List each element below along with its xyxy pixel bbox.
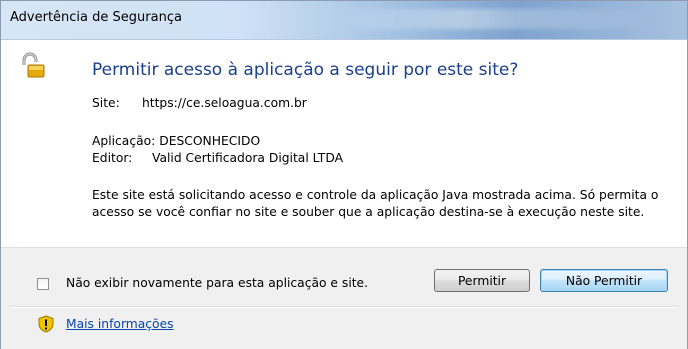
application-label: Aplicação: xyxy=(92,134,156,148)
warning-shield-icon xyxy=(38,315,54,333)
site-value: https://ce.seloagua.com.br xyxy=(142,96,307,110)
footer-separator xyxy=(10,306,678,308)
publisher-label: Editor: xyxy=(92,151,133,165)
title-bar[interactable]: Advertência de Segurança xyxy=(1,1,687,40)
dont-show-again-label[interactable]: Não exibir novamente para esta aplicação… xyxy=(66,276,368,290)
publisher-value: Valid Certificadora Digital LTDA xyxy=(152,151,343,165)
padlock-icon xyxy=(22,52,45,78)
more-info-link[interactable]: Mais informações xyxy=(66,317,174,331)
site-row: Site: https://ce.seloagua.com.br xyxy=(92,96,307,110)
window-title: Advertência de Segurança xyxy=(10,10,182,25)
deny-button[interactable]: Não Permitir xyxy=(540,269,668,292)
publisher-row: Editor: Valid Certificadora Digital LTDA xyxy=(92,151,343,165)
title-bar-glare xyxy=(331,9,661,29)
dialog-heading: Permitir acesso à aplicação a seguir por… xyxy=(92,60,519,80)
application-value: DESCONHECIDO xyxy=(159,134,261,148)
security-warning-dialog: Advertência de Segurança Permitir acesso… xyxy=(0,0,688,349)
allow-button[interactable]: Permitir xyxy=(434,269,530,292)
dialog-footer xyxy=(1,247,687,349)
site-label: Site: xyxy=(92,96,120,110)
description-text: Este site está solicitando acesso e cont… xyxy=(92,188,659,219)
application-row: Aplicação: DESCONHECIDO xyxy=(92,134,260,148)
dont-show-again-checkbox[interactable] xyxy=(37,278,49,290)
